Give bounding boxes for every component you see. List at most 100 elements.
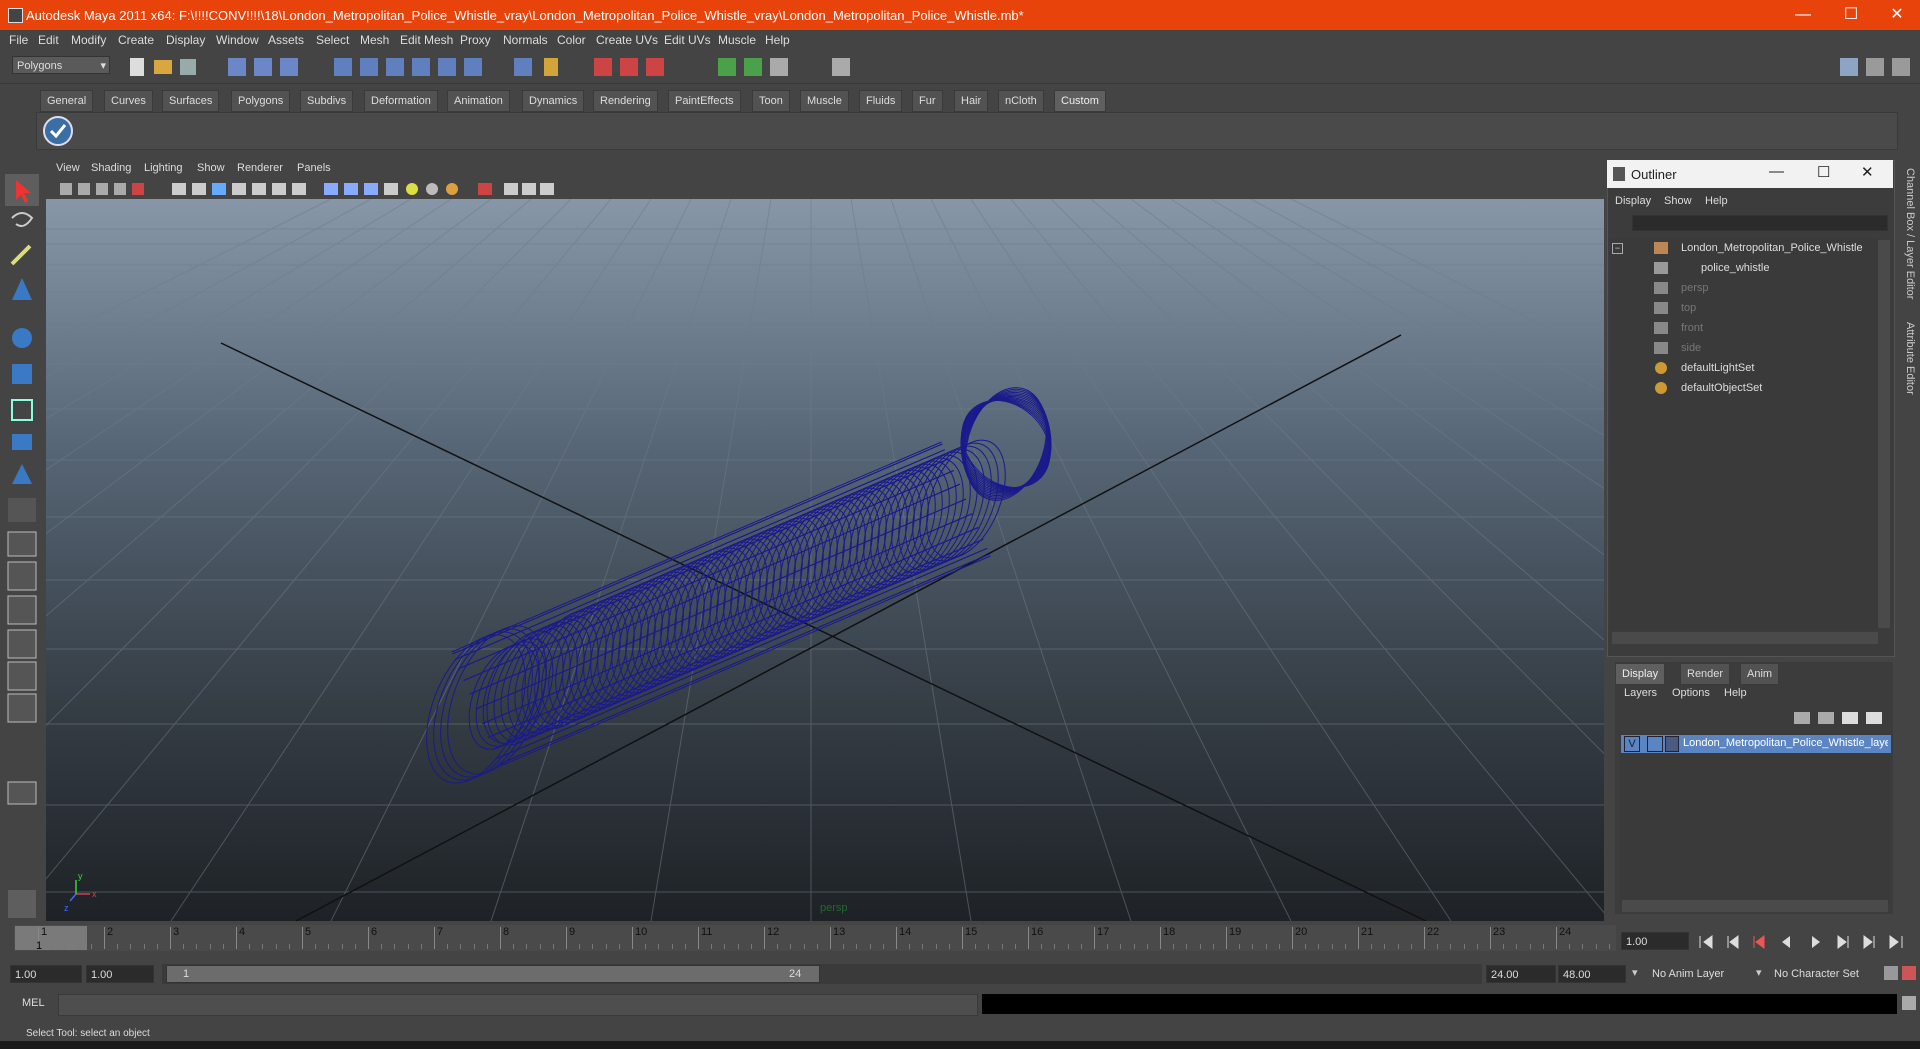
minimize-button[interactable]: — bbox=[1780, 0, 1826, 30]
shelf-tab-deformation[interactable]: Deformation bbox=[364, 90, 438, 112]
playback-end-field[interactable]: 24.00 bbox=[1486, 965, 1556, 983]
menu-display[interactable]: Display bbox=[166, 33, 205, 47]
shelf-tab-muscle[interactable]: Muscle bbox=[800, 90, 849, 112]
mel-label[interactable]: MEL bbox=[22, 997, 45, 1009]
outliner-item-mesh[interactable]: police_whistle bbox=[1701, 262, 1769, 274]
shelf-tab-rendering[interactable]: Rendering bbox=[593, 90, 658, 112]
menu-mesh[interactable]: Mesh bbox=[360, 33, 389, 47]
menu-assets[interactable]: Assets bbox=[268, 33, 304, 47]
layer-row[interactable]: V London_Metropolitan_Police_Whistle_lay… bbox=[1621, 735, 1891, 753]
shelf-tab-curves[interactable]: Curves bbox=[104, 90, 153, 112]
shelf-tab-hair[interactable]: Hair bbox=[954, 90, 989, 112]
anim-layer-dropdown[interactable]: No Anim Layer bbox=[1652, 968, 1724, 980]
current-time-field[interactable]: 1.00 bbox=[1621, 932, 1689, 950]
viewport-panel-icons[interactable] bbox=[58, 180, 568, 198]
layer-menu-help[interactable]: Help bbox=[1724, 687, 1747, 699]
outliner-maximize-button[interactable]: ☐ bbox=[1817, 163, 1830, 181]
outliner-item-side[interactable]: side bbox=[1681, 342, 1701, 354]
layer-tab-anim[interactable]: Anim bbox=[1740, 663, 1780, 685]
viewport-menu-lighting[interactable]: Lighting bbox=[144, 162, 183, 174]
channel-box-tab[interactable]: Channel Box / Layer Editor bbox=[1904, 168, 1916, 299]
menu-create[interactable]: Create bbox=[118, 33, 154, 47]
shelf-tab-painteffects[interactable]: PaintEffects bbox=[668, 90, 741, 112]
shelf-tab-general[interactable]: General bbox=[40, 90, 94, 112]
perspective-viewport[interactable]: x y z persp bbox=[46, 199, 1604, 921]
layer-display-type-toggle[interactable] bbox=[1647, 736, 1663, 752]
shelf-tab-dynamics[interactable]: Dynamics bbox=[522, 90, 585, 112]
mel-command-input[interactable] bbox=[58, 994, 978, 1016]
shelf-tab-subdivs[interactable]: Subdivs bbox=[300, 90, 354, 112]
shelf-tab-fur[interactable]: Fur bbox=[912, 90, 943, 112]
close-button[interactable]: ✕ bbox=[1874, 0, 1920, 30]
viewport-menu-shading[interactable]: Shading bbox=[91, 162, 131, 174]
viewport-scene[interactable]: x y z persp bbox=[46, 199, 1604, 921]
checkmark-icon[interactable] bbox=[42, 115, 74, 147]
character-set-dropdown[interactable]: No Character Set bbox=[1774, 968, 1859, 980]
menu-set-dropdown[interactable]: Polygons ▾ bbox=[12, 56, 110, 74]
viewport-menu-view[interactable]: View bbox=[56, 162, 80, 174]
outliner-item-top[interactable]: top bbox=[1681, 302, 1696, 314]
outliner-item-front[interactable]: front bbox=[1681, 322, 1703, 334]
maximize-button[interactable]: ☐ bbox=[1828, 0, 1874, 30]
menu-muscle[interactable]: Muscle bbox=[718, 33, 756, 47]
outliner-horizontal-scrollbar[interactable] bbox=[1612, 632, 1878, 644]
tool-box-icons[interactable] bbox=[4, 172, 40, 924]
outliner-item-default-object-set[interactable]: defaultObjectSet bbox=[1681, 382, 1762, 394]
outliner-close-button[interactable]: ✕ bbox=[1861, 163, 1874, 181]
menu-create-uvs[interactable]: Create UVs bbox=[596, 33, 658, 47]
shelf-tab-surfaces[interactable]: Surfaces bbox=[162, 90, 220, 112]
menu-normals[interactable]: Normals bbox=[503, 33, 548, 47]
hypershade-layout-icon bbox=[7, 693, 37, 723]
attribute-editor-tab[interactable]: Attribute Editor bbox=[1904, 322, 1916, 395]
shelf-tab-ncloth[interactable]: nCloth bbox=[998, 90, 1044, 112]
viewport-menu-show[interactable]: Show bbox=[197, 162, 225, 174]
outliner-menu-display[interactable]: Display bbox=[1615, 195, 1651, 207]
menu-help[interactable]: Help bbox=[765, 33, 790, 47]
menu-window[interactable]: Window bbox=[216, 33, 259, 47]
menu-color[interactable]: Color bbox=[557, 33, 586, 47]
playback-start-field[interactable]: 1.00 bbox=[86, 965, 154, 983]
outliner-filter-field[interactable] bbox=[1632, 215, 1888, 231]
menu-edit-mesh[interactable]: Edit Mesh bbox=[400, 33, 453, 47]
layer-menu-layers[interactable]: Layers bbox=[1624, 687, 1657, 699]
time-slider[interactable] bbox=[14, 925, 1616, 951]
viewport-menu-panels[interactable]: Panels bbox=[297, 162, 331, 174]
outliner-menu-show[interactable]: Show bbox=[1664, 195, 1692, 207]
auto-key-icon[interactable] bbox=[1902, 966, 1916, 980]
end-time-field[interactable]: 48.00 bbox=[1558, 965, 1626, 983]
menu-edit[interactable]: Edit bbox=[38, 33, 59, 47]
start-time-field[interactable]: 1.00 bbox=[10, 965, 82, 983]
shelf-tab-animation[interactable]: Animation bbox=[447, 90, 510, 112]
viewport-menu-renderer[interactable]: Renderer bbox=[237, 162, 283, 174]
menu-modify[interactable]: Modify bbox=[71, 33, 106, 47]
layer-horizontal-scrollbar[interactable] bbox=[1622, 900, 1888, 912]
shelf-tab-fluids[interactable]: Fluids bbox=[859, 90, 903, 112]
playback-controls[interactable] bbox=[1696, 932, 1918, 952]
layer-menu-options[interactable]: Options bbox=[1672, 687, 1710, 699]
hypershade-icon bbox=[832, 58, 850, 76]
shelf-tab-toon[interactable]: Toon bbox=[752, 90, 790, 112]
panel-layout-icons[interactable] bbox=[1838, 56, 1918, 78]
outliner-item-default-light-set[interactable]: defaultLightSet bbox=[1681, 362, 1754, 374]
outliner-vertical-scrollbar[interactable] bbox=[1878, 240, 1890, 628]
shelf-tab-polygons[interactable]: Polygons bbox=[231, 90, 291, 112]
layer-name[interactable]: London_Metropolitan_Police_Whistle_layer bbox=[1683, 737, 1888, 749]
outliner-minimize-button[interactable]: — bbox=[1769, 163, 1784, 180]
layer-action-icons[interactable] bbox=[1792, 708, 1888, 728]
layer-color-swatch[interactable] bbox=[1665, 736, 1679, 752]
key-icon[interactable] bbox=[1884, 966, 1898, 980]
menu-edit-uvs[interactable]: Edit UVs bbox=[664, 33, 711, 47]
outliner-menu-help[interactable]: Help bbox=[1705, 195, 1728, 207]
outliner-item-group[interactable]: London_Metropolitan_Police_Whistle bbox=[1681, 242, 1863, 254]
layer-tab-render[interactable]: Render bbox=[1680, 663, 1731, 685]
script-editor-icon[interactable] bbox=[1902, 996, 1916, 1010]
collapse-toggle[interactable]: − bbox=[1612, 243, 1623, 254]
shelf-tab-custom[interactable]: Custom bbox=[1054, 90, 1106, 112]
range-slider-handle[interactable]: 1 24 bbox=[166, 965, 820, 983]
outliner-item-persp[interactable]: persp bbox=[1681, 282, 1709, 294]
layer-visibility-toggle[interactable]: V bbox=[1624, 736, 1640, 752]
menu-proxy[interactable]: Proxy bbox=[460, 33, 491, 47]
menu-file[interactable]: File bbox=[9, 33, 28, 47]
layer-tab-display[interactable]: Display bbox=[1615, 663, 1666, 685]
menu-select[interactable]: Select bbox=[316, 33, 349, 47]
